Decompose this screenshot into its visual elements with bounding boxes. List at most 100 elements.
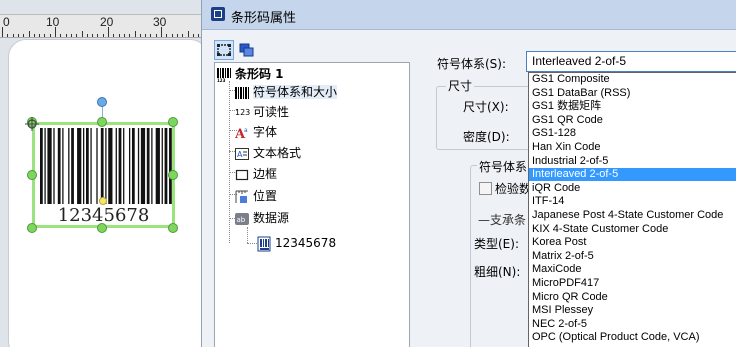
barcode-bar	[140, 128, 146, 204]
dropdown-option[interactable]: Industrial 2-of-5	[529, 155, 736, 168]
ruler-tick	[166, 34, 168, 37]
barcode-object[interactable]: 12345678	[32, 122, 175, 228]
dropdown-option[interactable]: iQR Code	[529, 182, 736, 195]
ruler-tick	[171, 34, 173, 37]
ruler-tick	[176, 34, 178, 37]
dropdown-option[interactable]: Micro QR Code	[529, 291, 736, 304]
dropdown-option[interactable]: GS1 DataBar (RSS)	[529, 87, 736, 100]
dropdown-option[interactable]: GS1 数据矩阵	[529, 100, 736, 113]
dropdown-option[interactable]: OPC (Optical Product Code, VCA)	[529, 331, 736, 344]
thickness-label: 粗细(N):	[474, 265, 521, 279]
tree-item-border[interactable]: 边框	[235, 165, 277, 183]
svg-text:123: 123	[217, 78, 226, 82]
ruler-tick	[39, 34, 41, 37]
dropdown-option[interactable]: KIX 4-State Customer Code	[529, 223, 736, 236]
dropdown-option[interactable]: Interleaved 2-of-5	[529, 168, 736, 182]
barcode-bar	[146, 128, 150, 204]
dropdown-option[interactable]: Han Xin Code	[529, 141, 736, 154]
barcode-icon	[235, 86, 249, 99]
check-digit-checkbox[interactable]	[479, 182, 492, 195]
barcode-bars	[40, 128, 172, 204]
dropdown-option[interactable]: GS1-128	[529, 127, 736, 140]
density-label: 密度(D):	[463, 130, 510, 144]
ruler-tick	[113, 34, 115, 37]
ruler-tick	[129, 34, 131, 37]
dropdown-option[interactable]: NEC 2-of-5	[529, 318, 736, 331]
dropdown-option[interactable]: GS1 Composite	[529, 73, 736, 86]
size-group-title: 尺寸	[446, 77, 475, 94]
data-source-icon: ab	[235, 212, 249, 225]
barcode-bar	[90, 128, 92, 204]
position-icon	[235, 190, 248, 203]
barcode-app-icon	[211, 7, 225, 21]
dropdown-option[interactable]: GS1 QR Code	[529, 114, 736, 127]
barcode-bar	[62, 128, 64, 204]
barcode-bar	[151, 128, 153, 204]
resize-handle-top-right[interactable]	[168, 117, 178, 127]
barcode-bar	[169, 128, 172, 204]
rotation-handle[interactable]	[97, 97, 107, 107]
tree-root-barcode[interactable]: 123 条形码 1	[217, 65, 284, 83]
tree-item-font[interactable]: A a 字体	[235, 123, 277, 141]
ruler-tick	[81, 31, 83, 37]
ruler-label: 20	[100, 15, 114, 29]
ruler-tick	[123, 34, 125, 37]
support-bar-label: —支承条	[478, 213, 527, 227]
resize-handle-bottom-right[interactable]	[168, 223, 178, 233]
ruler-tick	[70, 34, 72, 37]
tree-item-readability[interactable]: 123 可读性	[235, 103, 289, 121]
resize-handle-bottom[interactable]	[97, 223, 107, 233]
tree-item-symbology-size[interactable]: 符号体系和大小	[235, 83, 338, 101]
ruler-tick	[187, 31, 189, 37]
ruler-tick	[97, 34, 99, 37]
ruler-tick	[108, 27, 109, 37]
dropdown-option[interactable]: MicroPDF417	[529, 277, 736, 290]
ruler-tick	[33, 34, 35, 37]
ruler-tick	[134, 31, 136, 37]
ruler-tick	[12, 34, 14, 37]
ruler-tick	[44, 34, 46, 37]
tree-toolbar	[214, 40, 406, 60]
dropdown-option[interactable]: Matrix 2-of-5	[529, 250, 736, 263]
tree-item-data-source[interactable]: ab 数据源	[235, 209, 289, 227]
dropdown-option[interactable]: MaxiCode	[529, 263, 736, 276]
dropdown-option[interactable]: ITF-14	[529, 195, 736, 208]
resize-handle-top[interactable]	[97, 117, 107, 127]
barcode-bar	[108, 128, 113, 204]
symbology-dropdown-list[interactable]: GS1 Composite GS1 DataBar (RSS) GS1 数据矩阵 GS…	[528, 72, 736, 347]
ruler-tick	[60, 34, 62, 37]
border-icon	[235, 169, 249, 180]
barcode-bar	[100, 128, 104, 204]
ruler-tick	[76, 34, 78, 37]
anchor-icon	[25, 117, 39, 131]
barcode-bar	[137, 128, 140, 204]
ruler-tick	[65, 34, 67, 37]
ruler-tick	[198, 34, 200, 37]
dropdown-option[interactable]: Korea Post	[529, 236, 736, 249]
property-tree: 123 条形码 1 符号体系和大小 123 可读性 A a 字体 A 文本格式 …	[214, 62, 410, 347]
barcode-bar	[96, 128, 98, 204]
dropdown-option[interactable]: Japanese Post 4-State Customer Code	[529, 209, 736, 222]
symbology-select[interactable]: Interleaved 2-of-5	[526, 51, 736, 72]
svg-text:ab: ab	[237, 216, 246, 224]
ruler-tick	[92, 34, 94, 37]
layers-button[interactable]	[237, 40, 257, 60]
center-handle[interactable]	[99, 197, 107, 205]
design-canvas[interactable]: 0 10 20 30 12345678	[0, 0, 201, 347]
tree-item-data-child[interactable]: 12345678	[257, 234, 336, 252]
dropdown-option[interactable]: MSI Plessey	[529, 304, 736, 317]
resize-handle-right[interactable]	[168, 170, 178, 180]
svg-text:A: A	[237, 150, 243, 159]
tree-item-text-format[interactable]: A 文本格式	[235, 144, 301, 162]
resize-handle-left[interactable]	[27, 170, 37, 180]
barcode-bar	[131, 128, 135, 204]
dialog-titlebar[interactable]: 条形码属性	[202, 0, 736, 30]
ruler-tick	[150, 34, 152, 37]
select-objects-button[interactable]	[214, 40, 234, 60]
tree-item-position[interactable]: 位置	[235, 187, 277, 205]
barcode-bar	[164, 128, 168, 204]
symbology-group-title: 符号体系	[477, 158, 530, 175]
barcode-bar	[40, 128, 43, 204]
barcode-bar	[105, 128, 107, 204]
resize-handle-bottom-left[interactable]	[27, 223, 37, 233]
